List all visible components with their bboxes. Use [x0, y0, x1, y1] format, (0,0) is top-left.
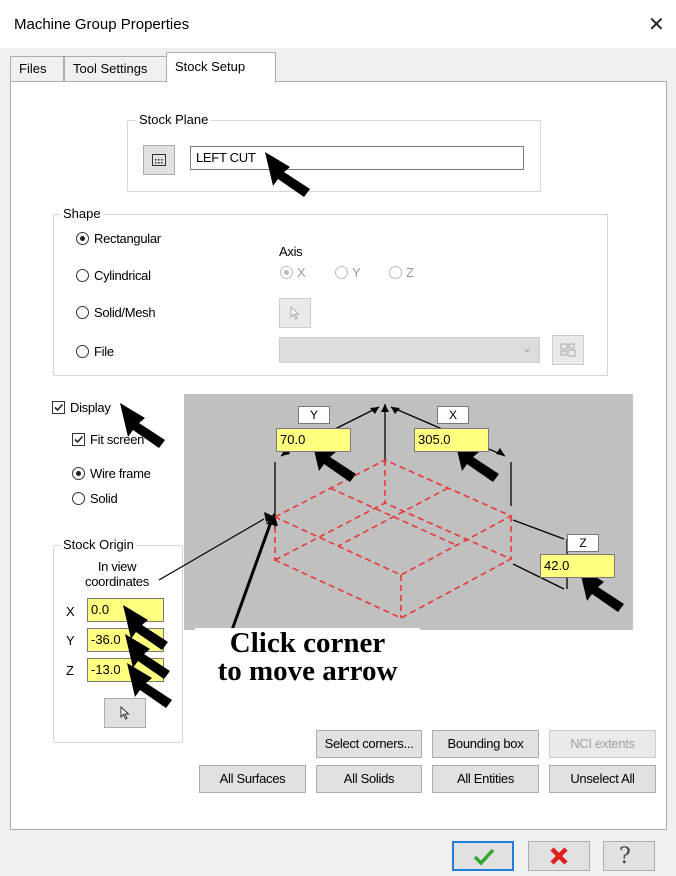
axis-x-label: X [297, 265, 306, 280]
cylindrical-label: Cylindrical [94, 268, 151, 283]
cursor-arrow-icon [290, 305, 300, 320]
radio-wire-frame[interactable] [72, 467, 85, 480]
origin-x-label: X [66, 604, 75, 619]
shape-label: Shape [60, 206, 104, 221]
stock-plane-label: Stock Plane [136, 112, 212, 127]
stock-wireframe-drawing [264, 404, 624, 619]
title-bar: Machine Group Properties ✕ [0, 0, 676, 48]
red-x-icon [550, 847, 568, 865]
plane-manager-button[interactable] [143, 145, 175, 175]
all-surfaces-button[interactable]: All Surfaces [199, 765, 306, 793]
dim-y-field[interactable]: 70.0 [276, 428, 351, 452]
plane-manager-icon [152, 154, 166, 166]
axis-y-label: Y [352, 265, 361, 280]
dim-x-field[interactable]: 305.0 [414, 428, 489, 452]
origin-x-field[interactable]: 0.0 [87, 598, 164, 622]
annotation-line-2: to move arrow [217, 655, 398, 687]
fit-screen-checkbox[interactable] [72, 433, 85, 446]
dim-y-label: Y [298, 406, 330, 424]
dim-z-field[interactable]: 42.0 [540, 554, 615, 578]
file-select-dropdown[interactable]: ⌄ [279, 337, 540, 363]
file-browse-icon [560, 343, 576, 357]
radio-rectangular[interactable] [76, 232, 89, 245]
origin-z-field[interactable]: -13.0 [87, 658, 164, 682]
radio-axis-z[interactable] [389, 266, 402, 279]
nci-extents-button[interactable]: NCI extents [549, 730, 656, 758]
bounding-box-button[interactable]: Bounding box [432, 730, 539, 758]
wire-frame-label: Wire frame [90, 466, 151, 481]
cursor-arrow-icon [120, 705, 130, 720]
origin-y-field[interactable]: -36.0 [87, 628, 164, 652]
machine-group-properties-dialog: Machine Group Properties ✕ Files Tool Se… [0, 0, 676, 876]
stock-preview-panel[interactable]: Y 70.0 X 305.0 Z 42.0 [184, 394, 633, 630]
select-origin-button[interactable] [104, 698, 146, 728]
coordinates-label: coordinates [85, 574, 149, 589]
tab-files[interactable]: Files [10, 56, 64, 81]
display-label: Display [70, 400, 111, 415]
select-solid-button[interactable] [279, 298, 311, 328]
dim-z-label: Z [567, 534, 599, 552]
close-icon[interactable]: ✕ [648, 12, 665, 37]
radio-cylindrical[interactable] [76, 269, 89, 282]
radio-solid-mesh[interactable] [76, 306, 89, 319]
help-button[interactable]: ? [603, 841, 655, 871]
axis-label: Axis [279, 244, 303, 259]
stock-plane-field[interactable]: LEFT CUT [190, 146, 524, 170]
file-label: File [94, 344, 114, 359]
axis-z-label: Z [406, 265, 414, 280]
file-browse-button[interactable] [552, 335, 584, 365]
radio-axis-y[interactable] [335, 266, 348, 279]
in-view-label: In view [97, 559, 137, 574]
question-icon: ? [619, 844, 631, 869]
select-corners-button[interactable]: Select corners... [316, 730, 422, 758]
solid-label: Solid [90, 491, 118, 506]
stock-origin-label: Stock Origin [60, 537, 137, 552]
tab-tool-settings[interactable]: Tool Settings [64, 56, 179, 81]
all-entities-button[interactable]: All Entities [432, 765, 539, 793]
annotation-line-1: Click corner [195, 628, 420, 658]
origin-z-label: Z [66, 663, 74, 678]
checkmark-icon [473, 848, 495, 866]
solid-mesh-label: Solid/Mesh [94, 305, 156, 320]
dim-x-label: X [437, 406, 469, 424]
unselect-all-button[interactable]: Unselect All [549, 765, 656, 793]
fit-screen-label: Fit screen [90, 432, 145, 447]
display-checkbox[interactable] [52, 401, 65, 414]
cancel-button[interactable] [528, 841, 590, 871]
radio-file[interactable] [76, 345, 89, 358]
chevron-down-icon: ⌄ [521, 341, 532, 355]
ok-button[interactable] [452, 841, 514, 871]
origin-y-label: Y [66, 633, 75, 648]
rectangular-label: Rectangular [94, 231, 161, 246]
radio-solid[interactable] [72, 492, 85, 505]
window-title: Machine Group Properties [14, 16, 190, 33]
radio-axis-x[interactable] [280, 266, 293, 279]
tab-stock-setup[interactable]: Stock Setup [166, 52, 276, 83]
all-solids-button[interactable]: All Solids [316, 765, 422, 793]
